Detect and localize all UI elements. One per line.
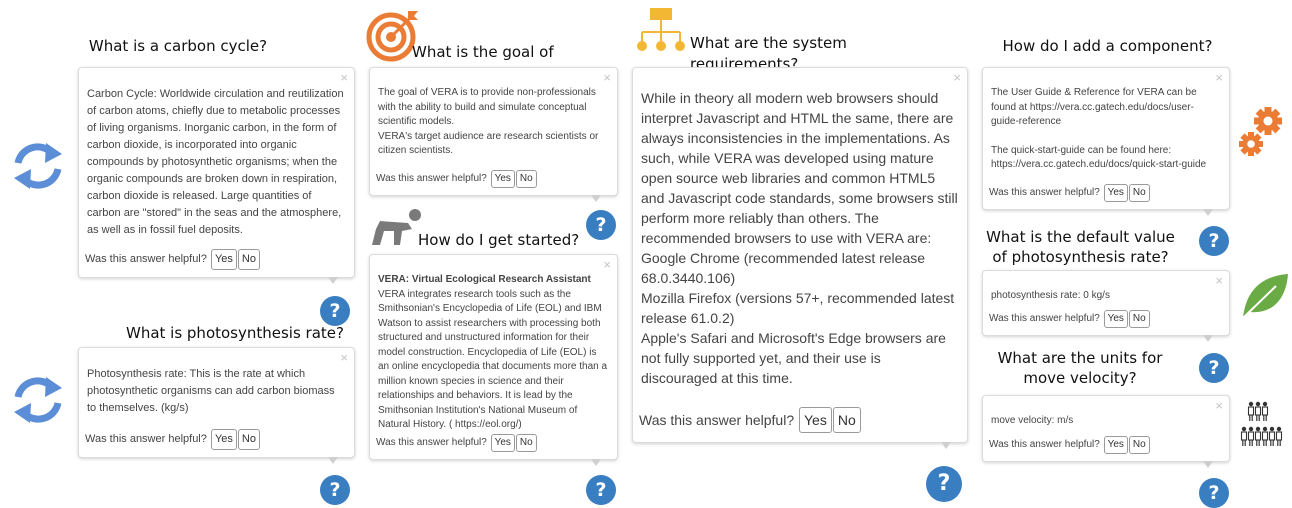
yes-button[interactable]: Yes bbox=[210, 249, 237, 270]
system-requirements-answer: While in theory all modern web browsers … bbox=[641, 88, 959, 388]
leaf-icon bbox=[1242, 274, 1288, 319]
get-started-answer-text: VERA integrates research tools such as t… bbox=[378, 288, 608, 431]
system-requirements-paragraph: Apple's Safari and Microsoft's Edge brow… bbox=[641, 330, 946, 386]
helpful-row: Was this answer helpful? Yes No bbox=[639, 407, 861, 433]
helpful-row: Was this answer helpful? Yes No bbox=[376, 169, 537, 188]
helpful-row: Was this answer helpful? Yes No bbox=[85, 429, 260, 450]
help-button[interactable]: ? bbox=[1199, 353, 1229, 383]
add-component-paragraph: The quick-start-guide can be found here:… bbox=[991, 144, 1207, 171]
units-answer-card: × move velocity: m/s Was this answer hel… bbox=[982, 395, 1230, 468]
close-icon[interactable]: × bbox=[1215, 71, 1223, 84]
no-button[interactable]: No bbox=[237, 429, 260, 450]
add-component-paragraph: The User Guide & Reference for VERA can … bbox=[991, 87, 1197, 127]
close-icon[interactable]: × bbox=[340, 351, 348, 364]
get-started-question: How do I get started? bbox=[418, 231, 580, 249]
people-icon bbox=[1240, 401, 1283, 447]
helpful-row: Was this answer helpful? Yes No bbox=[85, 249, 260, 270]
refresh-icon bbox=[14, 377, 62, 423]
yes-button[interactable]: Yes bbox=[210, 429, 237, 450]
units-question: What are the units for move velocity? bbox=[997, 349, 1163, 387]
no-button[interactable]: No bbox=[832, 407, 861, 433]
add-component-question: How do I add a component? bbox=[1002, 37, 1213, 55]
photosynthesis-rate-question: What is photosynthesis rate? bbox=[125, 324, 344, 342]
system-requirements-answer-card: × While in theory all modern web browser… bbox=[632, 67, 968, 449]
carbon-cycle-answer-card: × Carbon Cycle: Worldwide circulation an… bbox=[78, 67, 355, 284]
help-button[interactable]: ? bbox=[586, 475, 616, 505]
default-value-question: What is the default value of photosynthe… bbox=[986, 228, 1175, 266]
yes-button[interactable]: Yes bbox=[1103, 435, 1128, 454]
help-button[interactable]: ? bbox=[1199, 478, 1229, 508]
close-icon[interactable]: × bbox=[953, 71, 961, 84]
goal-answer-card: × The goal of VERA is to provide non-pro… bbox=[369, 67, 618, 202]
no-button[interactable]: No bbox=[1128, 309, 1150, 328]
no-button[interactable]: No bbox=[515, 433, 537, 452]
helpful-prompt: Was this answer helpful? bbox=[639, 412, 795, 428]
helpful-prompt: Was this answer helpful? bbox=[376, 172, 487, 184]
help-button[interactable]: ? bbox=[320, 296, 350, 326]
helpful-prompt: Was this answer helpful? bbox=[989, 312, 1100, 324]
close-icon[interactable]: × bbox=[1215, 274, 1223, 287]
close-icon[interactable]: × bbox=[1215, 399, 1223, 412]
yes-button[interactable]: Yes bbox=[490, 169, 515, 188]
default-value-answer: photosynthesis rate: 0 kg/s bbox=[991, 290, 1110, 301]
get-started-answer-card: × VERA: Virtual Ecological Research Assi… bbox=[369, 254, 618, 466]
yes-button[interactable]: Yes bbox=[799, 407, 832, 433]
add-component-answer-card: × The User Guide & Reference for VERA ca… bbox=[982, 67, 1230, 216]
system-requirements-paragraph: Mozilla Firefox (versions 57+, recommend… bbox=[641, 290, 955, 326]
goal-answer: The goal of VERA is to provide non-profe… bbox=[378, 86, 609, 159]
photosynthesis-rate-answer-card: × Photosynthesis rate: This is the rate … bbox=[78, 347, 355, 464]
refresh-icon bbox=[14, 143, 62, 189]
help-button[interactable]: ? bbox=[926, 466, 962, 502]
system-requirements-paragraph: While in theory all modern web browsers … bbox=[641, 90, 958, 246]
no-button[interactable]: No bbox=[237, 249, 260, 270]
carbon-cycle-answer: Carbon Cycle: Worldwide circulation and … bbox=[87, 88, 344, 236]
no-button[interactable]: No bbox=[1128, 435, 1150, 454]
hierarchy-icon bbox=[637, 8, 685, 51]
helpful-prompt: Was this answer helpful? bbox=[85, 253, 207, 265]
no-button[interactable]: No bbox=[515, 169, 537, 188]
helpful-row: Was this answer helpful? Yes No bbox=[989, 309, 1150, 328]
helpful-row: Was this answer helpful? Yes No bbox=[989, 183, 1150, 202]
vera-name: VERA: Virtual Ecological Research Assist… bbox=[378, 274, 591, 285]
help-button[interactable]: ? bbox=[1199, 226, 1229, 256]
helpful-prompt: Was this answer helpful? bbox=[85, 433, 207, 445]
units-answer: move velocity: m/s bbox=[991, 415, 1074, 426]
no-button[interactable]: No bbox=[1128, 183, 1150, 202]
system-requirements-paragraph: Google Chrome (recommended latest releas… bbox=[641, 250, 926, 286]
helpful-prompt: Was this answer helpful? bbox=[989, 186, 1100, 198]
close-icon[interactable]: × bbox=[603, 258, 611, 271]
goal-answer-paragraph: The goal of VERA is to provide non-profe… bbox=[378, 87, 596, 127]
close-icon[interactable]: × bbox=[340, 71, 348, 84]
helpful-prompt: Was this answer helpful? bbox=[376, 436, 487, 448]
helpful-row: Was this answer helpful? Yes No bbox=[376, 433, 537, 452]
close-icon[interactable]: × bbox=[603, 71, 611, 84]
helpful-prompt: Was this answer helpful? bbox=[989, 438, 1100, 450]
goal-answer-paragraph: VERA's target audience are research scie… bbox=[378, 130, 599, 157]
get-started-answer: VERA: Virtual Ecological Research Assist… bbox=[378, 273, 609, 433]
help-button[interactable]: ? bbox=[320, 475, 350, 505]
yes-button[interactable]: Yes bbox=[490, 433, 515, 452]
photosynthesis-rate-answer: Photosynthesis rate: This is the rate at… bbox=[87, 368, 335, 414]
yes-button[interactable]: Yes bbox=[1103, 183, 1128, 202]
help-button[interactable]: ? bbox=[586, 210, 616, 240]
yes-button[interactable]: Yes bbox=[1103, 309, 1128, 328]
helpful-row: Was this answer helpful? Yes No bbox=[989, 435, 1150, 454]
gears-icon bbox=[1239, 107, 1282, 156]
add-component-answer: The User Guide & Reference for VERA can … bbox=[991, 86, 1221, 173]
carbon-cycle-question: What is a carbon cycle? bbox=[88, 37, 268, 55]
default-value-answer-card: × photosynthesis rate: 0 kg/s Was this a… bbox=[982, 270, 1230, 342]
